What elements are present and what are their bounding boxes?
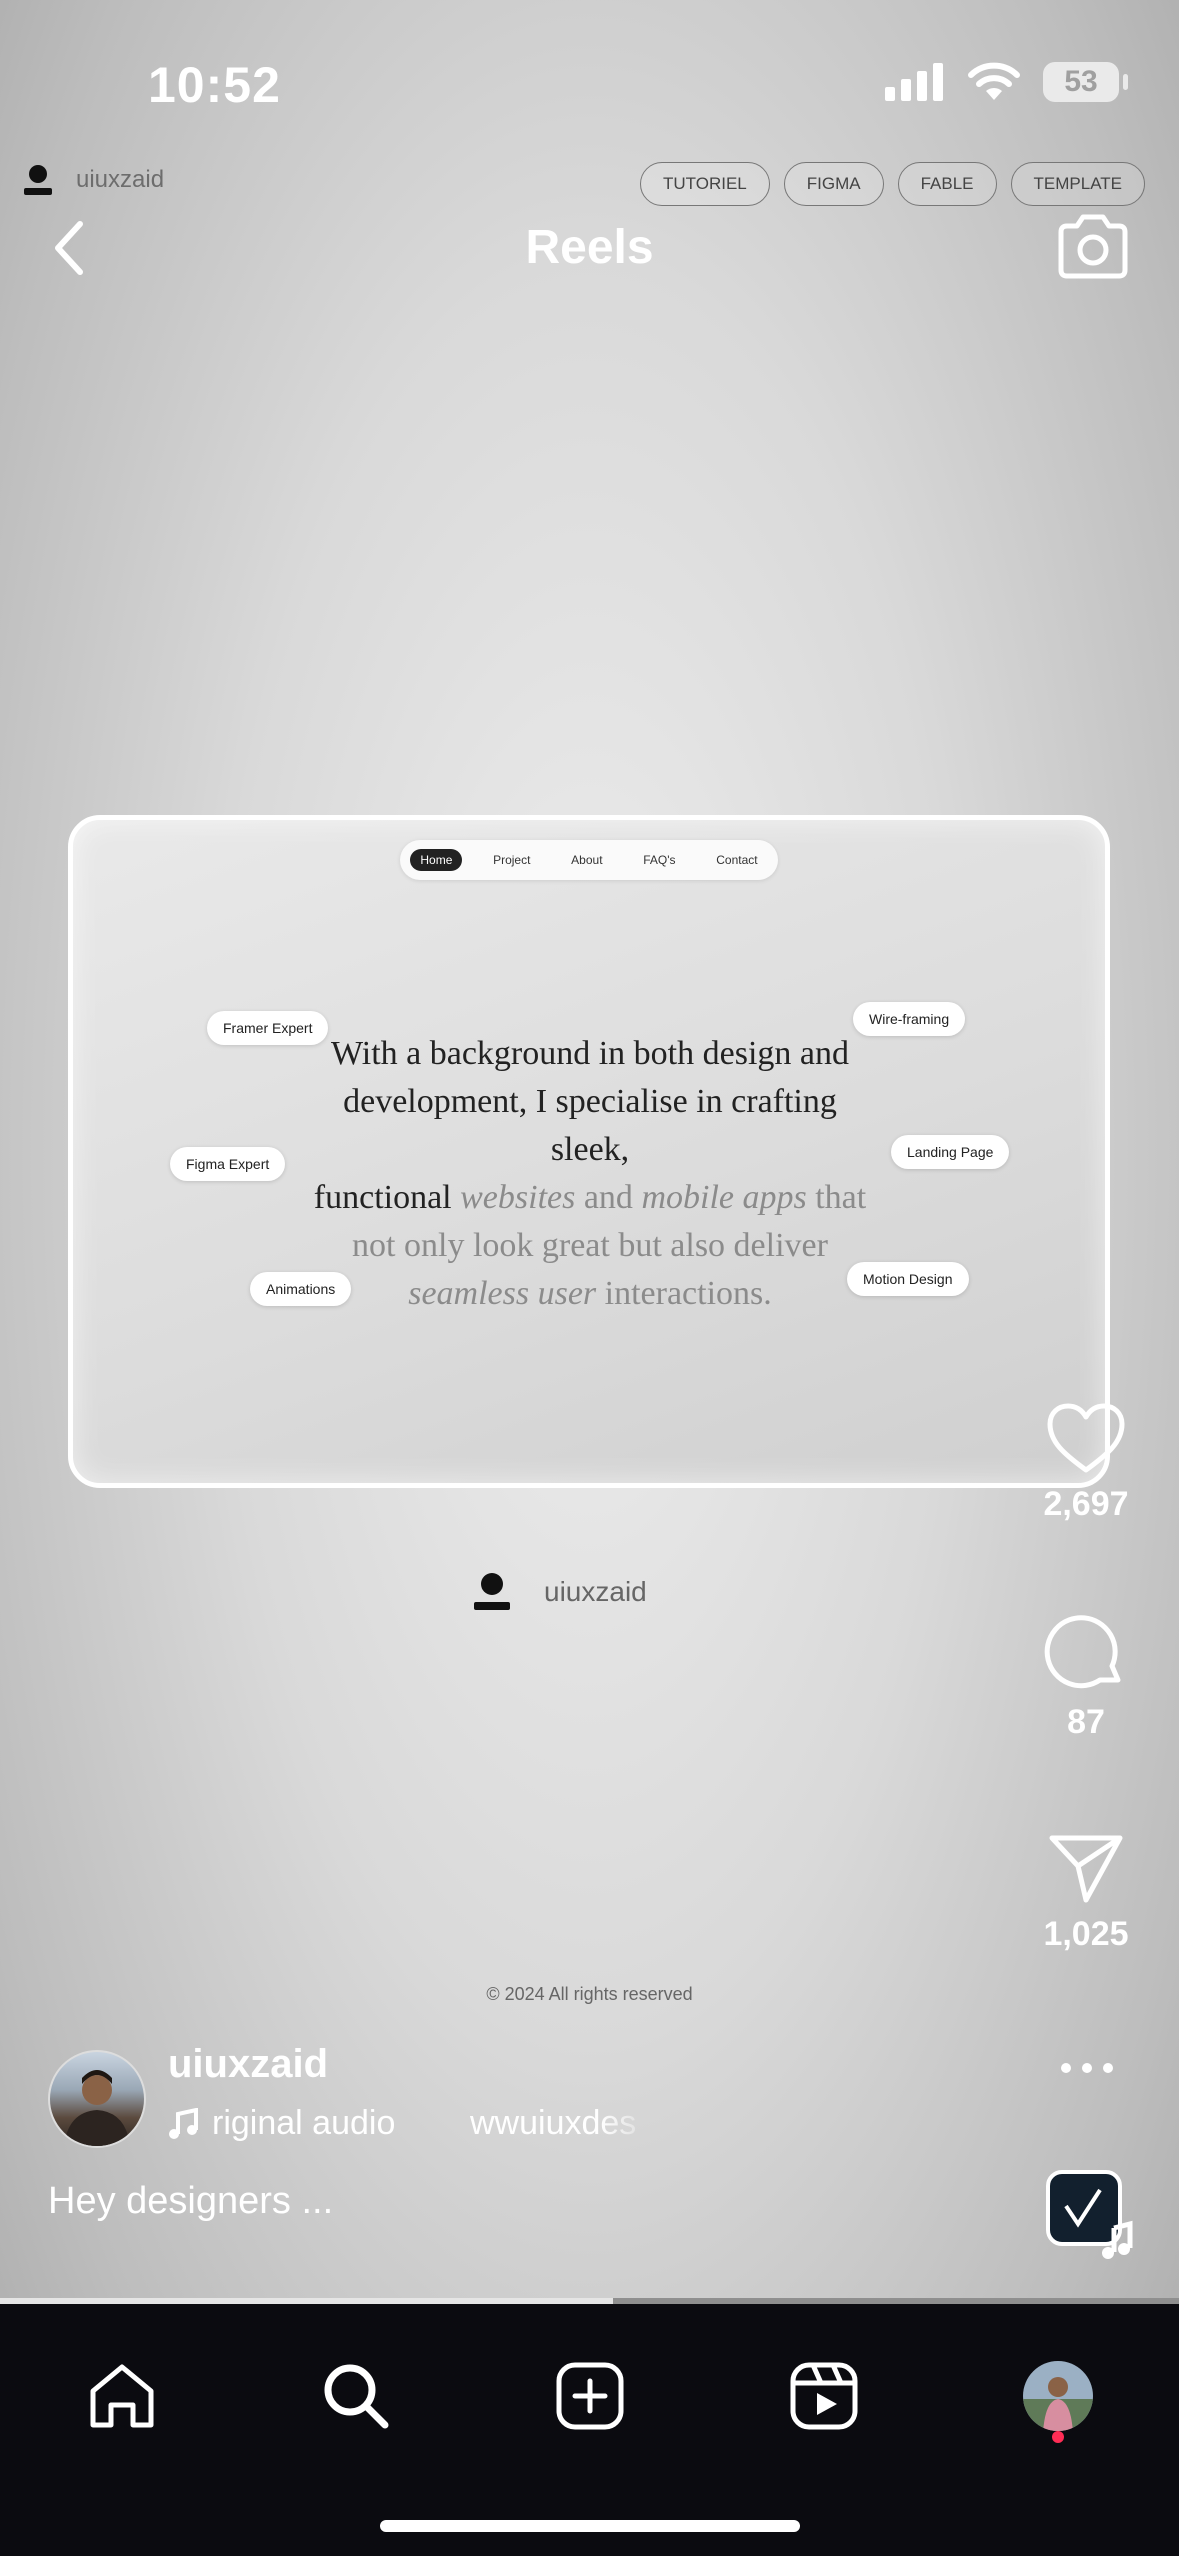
watermark-top: uiuxzaid xyxy=(20,162,164,198)
create-icon xyxy=(556,2362,624,2430)
camera-button[interactable] xyxy=(1055,212,1131,287)
headline-line-1: With a background in both design and xyxy=(331,1035,849,1072)
preview-nav-home: Home xyxy=(410,849,463,871)
headline-websites: websites xyxy=(460,1179,576,1216)
preview-nav-project: Project xyxy=(493,853,531,867)
audio-info[interactable]: riginal audio xyxy=(168,2104,395,2143)
author-avatar[interactable] xyxy=(48,2050,146,2148)
comment-icon xyxy=(1044,1615,1121,1689)
more-icon xyxy=(1061,2063,1113,2073)
reels-icon xyxy=(790,2362,858,2430)
headline-functional: functional xyxy=(313,1179,461,1216)
headline-line-4: not only look great but also deliver xyxy=(352,1227,828,1264)
preview-nav: Home Project About FAQ's Contact xyxy=(400,840,778,880)
chip-figma-expert: Figma Expert xyxy=(170,1147,286,1181)
audio-thumbnail-icon xyxy=(1046,2170,1133,2259)
tab-search[interactable] xyxy=(306,2346,406,2446)
author-username[interactable]: uiuxzaid xyxy=(168,2042,328,2087)
tab-home[interactable] xyxy=(72,2346,172,2446)
signal-icon xyxy=(885,63,943,101)
tab-create[interactable] xyxy=(540,2346,640,2446)
user-icon xyxy=(474,1573,510,1610)
page-title: Reels xyxy=(525,221,654,274)
tag-tutoriel: TUTORIEL xyxy=(639,162,770,206)
audio-track-button[interactable] xyxy=(1044,2168,1138,2267)
profile-notification-dot xyxy=(1052,2431,1064,2443)
headline-mobile-apps: mobile apps xyxy=(641,1179,807,1216)
headline-seamless-user: seamless user xyxy=(408,1275,597,1312)
battery-level: 53 xyxy=(1064,65,1098,98)
preview-nav-faqs: FAQ's xyxy=(643,853,676,867)
preview-nav-contact: Contact xyxy=(716,853,758,867)
comment-count: 87 xyxy=(1067,1703,1105,1741)
home-indicator[interactable] xyxy=(380,2520,800,2532)
share-button[interactable]: 1,025 xyxy=(1026,1830,1146,1954)
send-icon xyxy=(1049,1835,1123,1903)
comment-button[interactable]: 87 xyxy=(1026,1610,1146,1742)
status-time: 10:52 xyxy=(148,57,281,113)
center-watermark: uiuxzaid xyxy=(470,1570,647,1614)
tag-fable: FABLE xyxy=(897,162,997,206)
search-icon xyxy=(324,2364,389,2429)
music-note-icon xyxy=(169,2107,198,2139)
tag-figma: FIGMA xyxy=(783,162,884,206)
profile-avatar xyxy=(1023,2361,1093,2431)
headline-interactions: interactions. xyxy=(596,1275,772,1312)
preview-copyright: © 2024 All rights reserved xyxy=(486,1984,693,2004)
headline-and: and xyxy=(575,1179,642,1216)
share-count: 1,025 xyxy=(1043,1915,1129,1953)
preview-headline: With a background in both design and dev… xyxy=(300,1030,880,1318)
watermark-username: uiuxzaid xyxy=(76,166,165,193)
tag-template: TEMPLATE xyxy=(1010,162,1145,206)
like-button[interactable]: 2,697 xyxy=(1026,1400,1146,1524)
headline-line-2: development, I specialise in crafting sl… xyxy=(343,1083,837,1168)
audio-scrolling-text: wwuiuxdes xyxy=(470,2104,637,2142)
chip-landing-page: Landing Page xyxy=(891,1135,1010,1169)
tab-reels[interactable] xyxy=(774,2346,874,2446)
like-count: 2,697 xyxy=(1043,1485,1129,1523)
avatar-photo xyxy=(64,2070,130,2146)
user-icon xyxy=(24,165,52,195)
center-watermark-username: uiuxzaid xyxy=(544,1576,647,1607)
tag-list: TUTORIEL FIGMA FABLE TEMPLATE xyxy=(639,162,1145,206)
headline-line-3: functional websites and mobile apps that xyxy=(300,1174,880,1222)
home-icon xyxy=(90,2364,154,2428)
camera-icon xyxy=(1058,214,1128,279)
preview-nav-about: About xyxy=(571,853,603,867)
battery-indicator: 53 xyxy=(1043,62,1128,102)
wifi-icon xyxy=(968,62,1020,100)
headline-line-5: seamless user interactions. xyxy=(300,1270,880,1318)
audio-title: riginal audio xyxy=(212,2104,396,2142)
heart-icon xyxy=(1047,1403,1125,1473)
headline-that: that xyxy=(806,1179,867,1216)
more-options-button[interactable] xyxy=(1060,2060,1114,2081)
post-caption[interactable]: Hey designers ... xyxy=(48,2180,333,2223)
status-icons: 53 xyxy=(885,62,1128,102)
